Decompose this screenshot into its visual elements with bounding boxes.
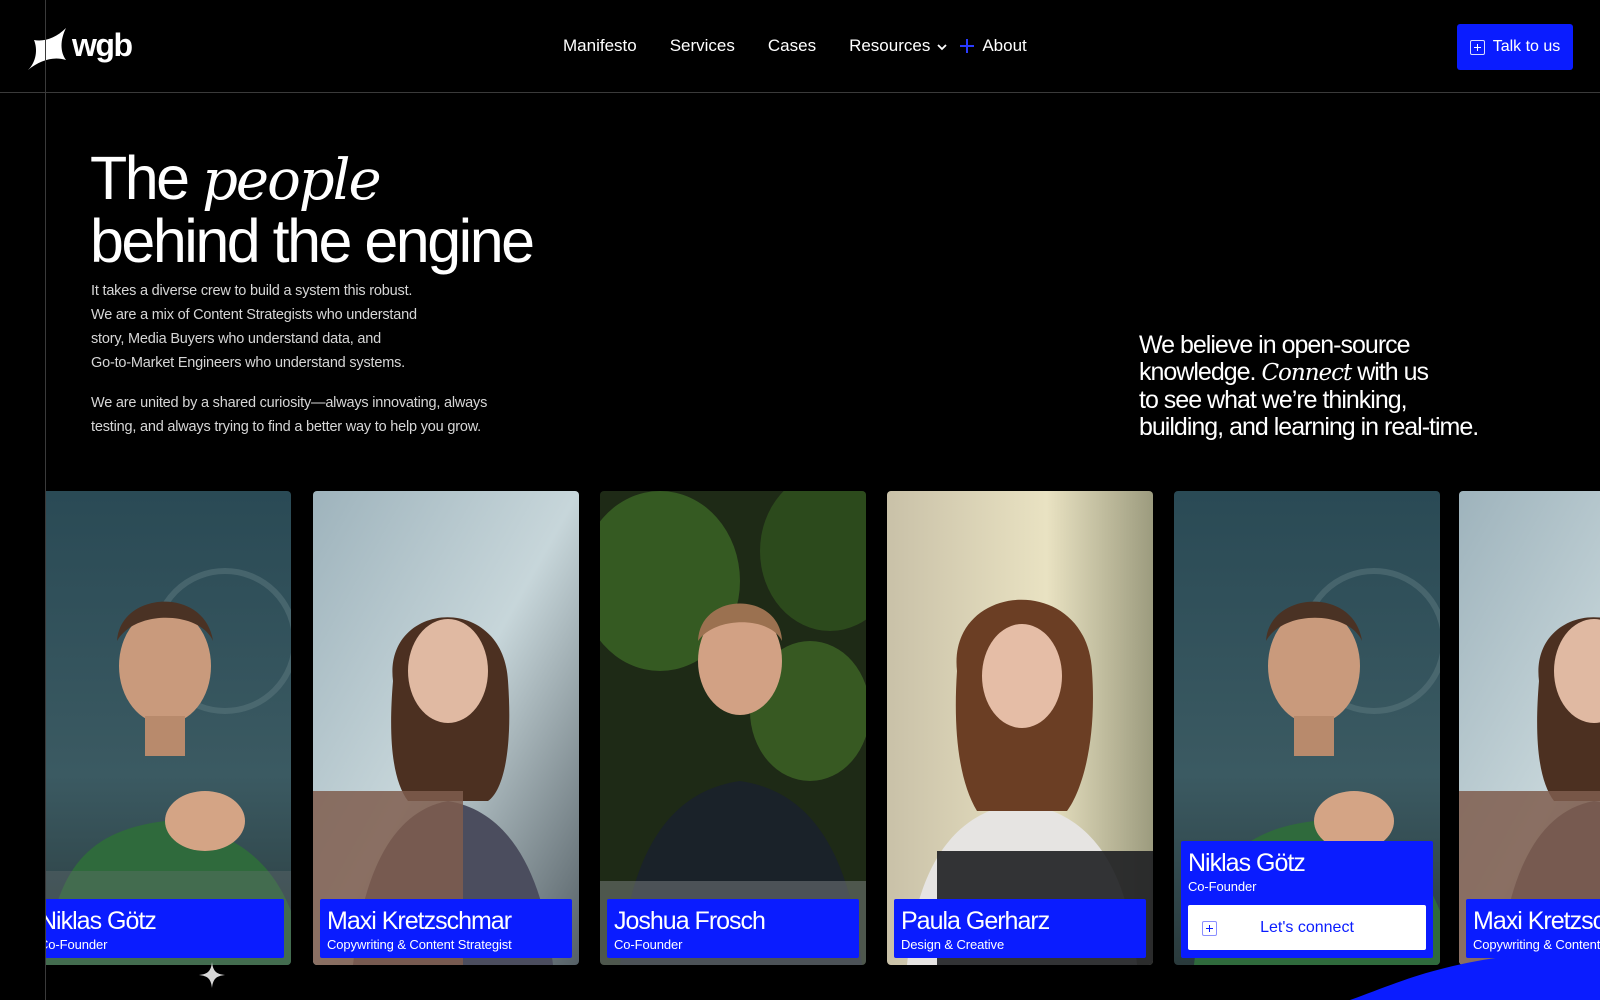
plus-square-icon [1202, 921, 1217, 936]
statement-line: knowledge. [1139, 358, 1256, 386]
brand-name: wgb [72, 27, 133, 63]
team-member-photo [46, 491, 291, 965]
nav-cases[interactable]: Cases [768, 34, 816, 58]
intro-line: Go-to-Market Engineers who understand sy… [91, 355, 405, 371]
team-member-label: Paula Gerharz Design & Creative [894, 899, 1146, 958]
nav-resources-label: Resources [849, 36, 931, 55]
team-member-role: Design & Creative [901, 937, 1005, 952]
team-member-name: Maxi Kretzschmar [1473, 907, 1600, 935]
team-member-role: Co-Founder [1188, 879, 1257, 894]
nav-manifesto[interactable]: Manifesto [563, 34, 637, 58]
team-card[interactable]: Niklas Götz Co-Founder [46, 491, 291, 965]
title-emphasis: people [202, 148, 382, 213]
main-nav: Manifesto Services Cases Resources About [563, 34, 1027, 58]
team-card[interactable]: Maxi Kretzschmar Copywriting & Content S… [1459, 491, 1600, 965]
intro-line: It takes a diverse crew to build a syste… [91, 283, 413, 299]
team-member-photo [1459, 491, 1600, 965]
plus-icon [960, 39, 975, 53]
team-card-active[interactable]: Niklas Götz Co-Founder Let's connect [1174, 491, 1440, 965]
open-source-statement: We believe in open-source knowledge. Con… [1139, 332, 1539, 441]
team-member-name: Maxi Kretzschmar [327, 907, 512, 935]
site-header: wgb Manifesto Services Cases Resources A… [0, 0, 1600, 93]
team-carousel[interactable]: Niklas Götz Co-Founder Maxi Kretzschmar [46, 491, 1600, 966]
intro-line: story, Media Buyers who understand data,… [91, 331, 381, 347]
team-card[interactable]: Paula Gerharz Design & Creative [887, 491, 1153, 965]
united-paragraph: We are united by a shared curiosity—alwa… [91, 391, 541, 439]
team-member-name: Paula Gerharz [901, 907, 1050, 935]
team-member-photo [600, 491, 866, 965]
intro-line: We are a mix of Content Strategists who … [91, 307, 417, 323]
united-line: testing, and always trying to find a bet… [91, 419, 482, 435]
plus-square-icon [1469, 39, 1485, 55]
team-member-label: Niklas Götz Co-Founder Let's connect [1181, 841, 1433, 958]
talk-to-us-button[interactable]: Talk to us [1457, 24, 1573, 70]
lets-connect-label: Let's connect [1260, 918, 1354, 936]
nav-about-label: About [982, 36, 1027, 55]
team-member-role: Co-Founder [614, 937, 683, 952]
decorative-blue-shape [1350, 956, 1600, 1000]
nav-services[interactable]: Services [670, 34, 735, 58]
team-card[interactable]: Maxi Kretzschmar Copywriting & Content S… [313, 491, 579, 965]
chevron-down-icon [937, 44, 947, 51]
team-member-role: Copywriting & Content Strategist [1473, 937, 1600, 952]
nav-resources-dropdown[interactable]: Resources [849, 34, 948, 58]
nav-about[interactable]: About [960, 34, 1027, 58]
sparkle-icon [199, 962, 225, 988]
team-member-name: Niklas Götz [46, 907, 157, 935]
talk-to-us-label: Talk to us [1492, 38, 1561, 55]
team-member-name: Joshua Frosch [614, 907, 766, 935]
team-member-label: Joshua Frosch Co-Founder [607, 899, 859, 958]
title-start: The [90, 144, 190, 212]
statement-line: building, and learning in real-time. [1139, 413, 1479, 441]
team-member-name: Niklas Götz [1188, 849, 1306, 877]
statement-line: We believe in open-source [1139, 331, 1411, 359]
statement-line: with us [1357, 358, 1429, 386]
team-card[interactable]: Joshua Frosch Co-Founder [600, 491, 866, 965]
spark-flag-icon [28, 28, 66, 70]
title-line-2: behind the engine [90, 207, 535, 275]
team-member-label: Niklas Götz Co-Founder [46, 899, 284, 958]
statement-line: to see what we’re thinking, [1139, 386, 1408, 414]
team-member-photo [313, 491, 579, 965]
logo[interactable]: wgb [26, 26, 133, 70]
team-member-role: Co-Founder [46, 937, 108, 952]
intro-paragraph: It takes a diverse crew to build a syste… [91, 279, 531, 375]
team-member-photo [887, 491, 1153, 965]
team-member-role: Copywriting & Content Strategist [327, 937, 512, 952]
team-member-label: Maxi Kretzschmar Copywriting & Content S… [1466, 899, 1600, 958]
statement-emphasis: Connect [1261, 360, 1352, 386]
page-title: The people behind the engine [90, 148, 535, 272]
lets-connect-button[interactable]: Let's connect [1188, 905, 1426, 950]
united-line: We are united by a shared curiosity—alwa… [91, 395, 488, 411]
team-member-label: Maxi Kretzschmar Copywriting & Content S… [320, 899, 572, 958]
